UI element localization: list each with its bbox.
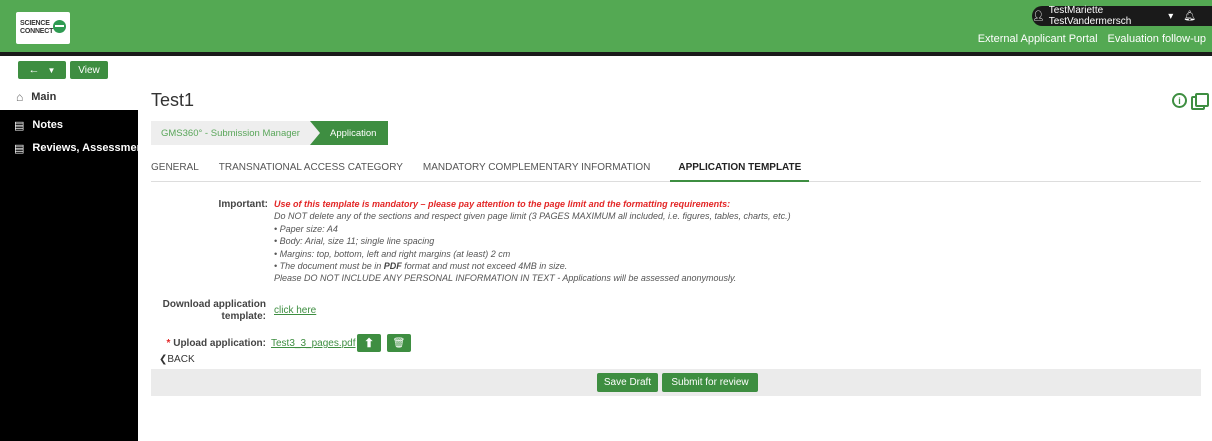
upload-button[interactable]: ⬆︎ [357, 334, 381, 352]
user-menu[interactable]: TestMariette TestVandermersch [1049, 5, 1165, 27]
instructions-line: • Body: Arial, size 11; single line spac… [274, 236, 435, 247]
tab-general[interactable]: GENERAL [151, 156, 209, 182]
info-icon[interactable]: i [1172, 93, 1187, 108]
upload-application-label: * Upload application: [166, 338, 266, 349]
instructions-line: Please DO NOT INCLUDE ANY PERSONAL INFOR… [274, 273, 737, 284]
important-label: Important: [218, 199, 268, 210]
instructions-line: • Paper size: A4 [274, 223, 338, 234]
caret-down-icon: ▼ [47, 65, 56, 75]
sidebar-item-label: Main [31, 91, 57, 103]
upload-icon: ⬆︎ [363, 336, 375, 350]
back-link[interactable]: ❮BACK [159, 354, 195, 365]
sidebar-item-reviews[interactable]: ▤ Reviews, Assessmen... [0, 137, 138, 159]
navigate-back-button[interactable]: ← ▼ [18, 61, 66, 79]
download-template-link[interactable]: click here [274, 305, 316, 316]
uploaded-file-link[interactable]: Test3_3_pages.pdf [271, 338, 356, 349]
trash-icon: 🗑︎ [392, 337, 406, 349]
header-links: External Applicant Portal Evaluation fol… [978, 33, 1206, 45]
template-instructions: Use of this template is mandatory – plea… [274, 198, 791, 285]
sidebar-item-label: Notes [32, 119, 63, 131]
sidebar-item-notes[interactable]: ▤ Notes [0, 114, 138, 136]
home-icon: ⌂ [16, 90, 24, 104]
title-actions: i [1172, 93, 1209, 110]
download-template-label: Download application template: [162, 299, 266, 322]
tab-mandatory-complementary-information[interactable]: MANDATORY COMPLEMENTARY INFORMATION [423, 156, 660, 182]
tab-application-template[interactable]: APPLICATION TEMPLATE [670, 156, 810, 182]
toolbar [0, 56, 1212, 84]
external-applicant-portal-link[interactable]: External Applicant Portal [978, 33, 1098, 45]
logo-line-2: CONNECT [20, 28, 54, 35]
delete-file-button[interactable]: 🗑︎ [387, 334, 411, 352]
bell-icon[interactable]: 🔔︎ [1183, 11, 1196, 22]
instructions-heading: Use of this template is mandatory – plea… [274, 199, 731, 209]
instructions-line: Do NOT delete any of the sections and re… [274, 211, 791, 222]
breadcrumb: GMS360° - Submission Manager Application [151, 121, 389, 145]
tab-bar: GENERAL TRANSNATIONAL ACCESS CATEGORY MA… [151, 156, 1201, 182]
user-icon: 👤︎ [1032, 10, 1045, 22]
tab-transnational-access-category[interactable]: TRANSNATIONAL ACCESS CATEGORY [219, 156, 413, 182]
breadcrumb-application[interactable]: Application [309, 121, 389, 145]
logo-line-1: SCIENCE [20, 20, 50, 27]
list-icon: ▤ [14, 142, 25, 155]
logo-mark-icon [53, 20, 66, 33]
page-title: Test1 [151, 90, 195, 110]
save-draft-button[interactable]: Save Draft [597, 373, 658, 392]
chevron-down-icon[interactable]: ▾ [1168, 11, 1173, 22]
sidebar-item-label: Reviews, Assessmen... [32, 142, 138, 154]
sidebar-item-main[interactable]: ⌂ Main [0, 84, 138, 110]
user-bar: 👤︎ TestMariette TestVandermersch ▾ 🔔︎ [1032, 5, 1212, 27]
arrow-left-icon: ← [28, 64, 40, 76]
science-connect-logo[interactable]: SCIENCE CONNECT [16, 12, 70, 44]
view-button[interactable]: View [70, 61, 108, 79]
document-icon: ▤ [14, 119, 25, 132]
instructions-line: • The document must be in PDF format and… [274, 261, 568, 272]
evaluation-follow-up-link[interactable]: Evaluation follow-up [1108, 33, 1206, 45]
instructions-line: • Margins: top, bottom, left and right m… [274, 248, 511, 259]
breadcrumb-submission-manager[interactable]: GMS360° - Submission Manager [151, 121, 320, 145]
submit-for-review-button[interactable]: Submit for review [662, 373, 758, 392]
copy-icon[interactable] [1191, 93, 1209, 110]
